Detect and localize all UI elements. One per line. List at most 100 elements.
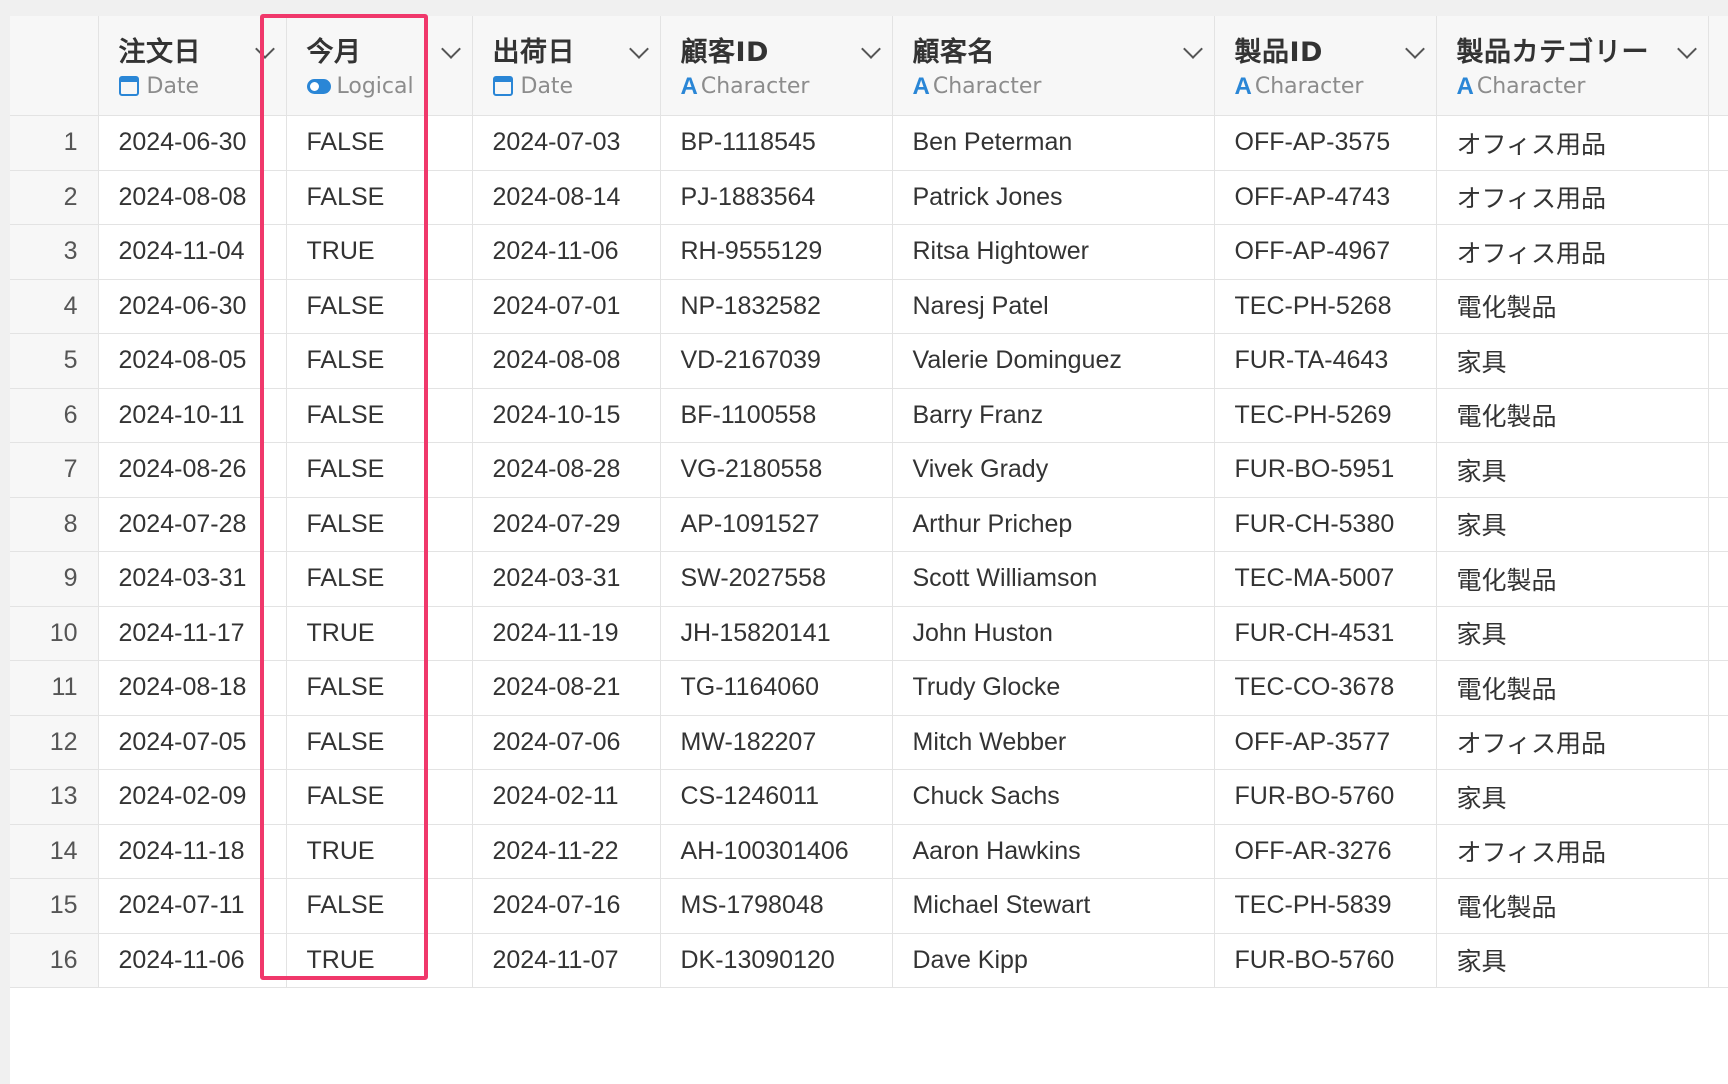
table-cell[interactable]: 2024-08-08 [98,170,287,225]
table-cell[interactable]: TRUE [286,606,473,661]
table-cell[interactable]: TG-1164060 [660,660,893,716]
table-row[interactable]: 2 2024-08-08 FALSE 2024-08-14 PJ-1883564 Patr… [10,170,1728,225]
column-header[interactable]: 顧客名 A Character [892,16,1215,116]
table-cell[interactable]: 家具 [1436,606,1709,661]
table-cell[interactable]: TEC-PH-5839 [1214,878,1437,934]
chevron-down-icon[interactable] [440,39,461,59]
table-cell[interactable]: FUR-CH-5380 [1214,497,1437,552]
table-cell[interactable]: FALSE [286,769,473,825]
table-cell[interactable]: 2024-06-30 [98,279,287,334]
table-cell[interactable]: 2024-08-08 [472,333,661,389]
table-cell[interactable]: OFF-AP-3577 [1214,715,1437,770]
table-cell[interactable]: FUR-BO-5951 [1214,442,1437,498]
table-cell[interactable]: TRUE [286,824,473,879]
table-cell[interactable]: 2024-07-01 [472,279,661,334]
table-cell[interactable]: Barry Franz [892,388,1215,443]
table-cell[interactable]: 2024-08-14 [472,170,661,225]
table-cell[interactable]: FALSE [286,878,473,934]
table-cell[interactable]: 2024-07-11 [98,878,287,934]
table-cell[interactable]: 2024-07-28 [98,497,287,552]
table-cell[interactable]: Aaron Hawkins [892,824,1215,879]
table-cell[interactable]: 電化製品 [1436,279,1709,334]
column-header[interactable]: 顧客ID A Character [660,16,893,116]
table-cell[interactable]: 2024-11-06 [98,933,287,988]
table-cell[interactable]: 2024-08-05 [98,333,287,389]
table-cell[interactable]: FUR-TA-4643 [1214,333,1437,389]
table-cell[interactable]: 家具 [1436,497,1709,552]
table-row[interactable]: 4 2024-06-30 FALSE 2024-07-01 NP-1832582 Nare… [10,279,1728,334]
table-cell[interactable]: 2024-07-05 [98,715,287,770]
table-row[interactable]: 5 2024-08-05 FALSE 2024-08-08 VD-2167039 Vale… [10,333,1728,389]
table-cell[interactable]: NP-1832582 [660,279,893,334]
table-cell[interactable]: MW-182207 [660,715,893,770]
table-cell[interactable]: FALSE [286,333,473,389]
chevron-down-icon[interactable] [254,39,275,59]
table-cell[interactable]: 2024-03-31 [472,551,661,607]
table-row[interactable]: 7 2024-08-26 FALSE 2024-08-28 VG-2180558 Vive… [10,442,1728,498]
table-cell[interactable]: JH-15820141 [660,606,893,661]
table-cell[interactable]: オフィス用品 [1436,170,1709,225]
table-cell[interactable]: TRUE [286,933,473,988]
table-cell[interactable]: 2024-03-31 [98,551,287,607]
chevron-down-icon[interactable] [628,39,649,59]
table-cell[interactable]: TEC-MA-5007 [1214,551,1437,607]
table-cell[interactable]: 家具 [1436,442,1709,498]
table-cell[interactable]: BP-1118545 [660,115,893,171]
chevron-down-icon[interactable] [1404,39,1425,59]
table-cell[interactable]: 2024-08-21 [472,660,661,716]
table-row[interactable]: 10 2024-11-17 TRUE 2024-11-19 JH-15820141 Joh… [10,606,1728,661]
table-cell[interactable]: 2024-02-09 [98,769,287,825]
table-cell[interactable]: Scott Williamson [892,551,1215,607]
table-cell[interactable]: FALSE [286,442,473,498]
table-cell[interactable]: MS-1798048 [660,878,893,934]
table-cell[interactable]: 2024-11-22 [472,824,661,879]
table-cell[interactable]: SW-2027558 [660,551,893,607]
table-cell[interactable]: オフィス用品 [1436,715,1709,770]
table-cell[interactable]: 2024-08-18 [98,660,287,716]
table-cell[interactable]: 2024-11-18 [98,824,287,879]
table-row[interactable]: 8 2024-07-28 FALSE 2024-07-29 AP-1091527 Arth… [10,497,1728,552]
table-cell[interactable]: Vivek Grady [892,442,1215,498]
chevron-down-icon[interactable] [1676,39,1697,59]
table-cell[interactable]: 2024-08-26 [98,442,287,498]
table-cell[interactable]: 電化製品 [1436,388,1709,443]
table-cell[interactable]: VG-2180558 [660,442,893,498]
table-cell[interactable]: PJ-1883564 [660,170,893,225]
table-cell[interactable]: 家具 [1436,933,1709,988]
table-cell[interactable]: 電化製品 [1436,660,1709,716]
table-cell[interactable]: Michael Stewart [892,878,1215,934]
table-row[interactable]: 3 2024-11-04 TRUE 2024-11-06 RH-9555129 Ritsa… [10,224,1728,280]
table-row[interactable]: 1 2024-06-30 FALSE 2024-07-03 BP-1118545 Ben … [10,115,1728,171]
chevron-down-icon[interactable] [1182,39,1203,59]
table-cell[interactable]: 2024-11-19 [472,606,661,661]
table-cell[interactable]: VD-2167039 [660,333,893,389]
column-header[interactable]: 注文日 Date [98,16,287,116]
table-cell[interactable]: 2024-07-06 [472,715,661,770]
table-cell[interactable]: 2024-02-11 [472,769,661,825]
table-cell[interactable]: Ben Peterman [892,115,1215,171]
column-header[interactable]: 今月 Logical [286,16,473,116]
table-cell[interactable]: FUR-BO-5760 [1214,933,1437,988]
column-header[interactable]: 製品ID A Character [1214,16,1437,116]
table-cell[interactable]: Arthur Prichep [892,497,1215,552]
table-cell[interactable]: Ritsa Hightower [892,224,1215,280]
table-cell[interactable]: 2024-10-15 [472,388,661,443]
table-cell[interactable]: FALSE [286,170,473,225]
table-cell[interactable]: 電化製品 [1436,551,1709,607]
table-cell[interactable]: 2024-08-28 [472,442,661,498]
table-cell[interactable]: Chuck Sachs [892,769,1215,825]
table-cell[interactable]: John Huston [892,606,1215,661]
table-cell[interactable]: FALSE [286,660,473,716]
table-cell[interactable]: TEC-CO-3678 [1214,660,1437,716]
table-cell[interactable]: OFF-AR-3276 [1214,824,1437,879]
table-cell[interactable]: 2024-10-11 [98,388,287,443]
table-row[interactable]: 13 2024-02-09 FALSE 2024-02-11 CS-1246011 Chu… [10,769,1728,825]
table-row[interactable]: 14 2024-11-18 TRUE 2024-11-22 AH-100301406 Aa… [10,824,1728,879]
chevron-down-icon[interactable] [860,39,881,59]
table-cell[interactable]: 2024-11-06 [472,224,661,280]
table-cell[interactable]: FALSE [286,497,473,552]
table-cell[interactable]: 2024-07-16 [472,878,661,934]
table-cell[interactable]: BF-1100558 [660,388,893,443]
table-cell[interactable]: FALSE [286,279,473,334]
table-cell[interactable]: オフィス用品 [1436,824,1709,879]
